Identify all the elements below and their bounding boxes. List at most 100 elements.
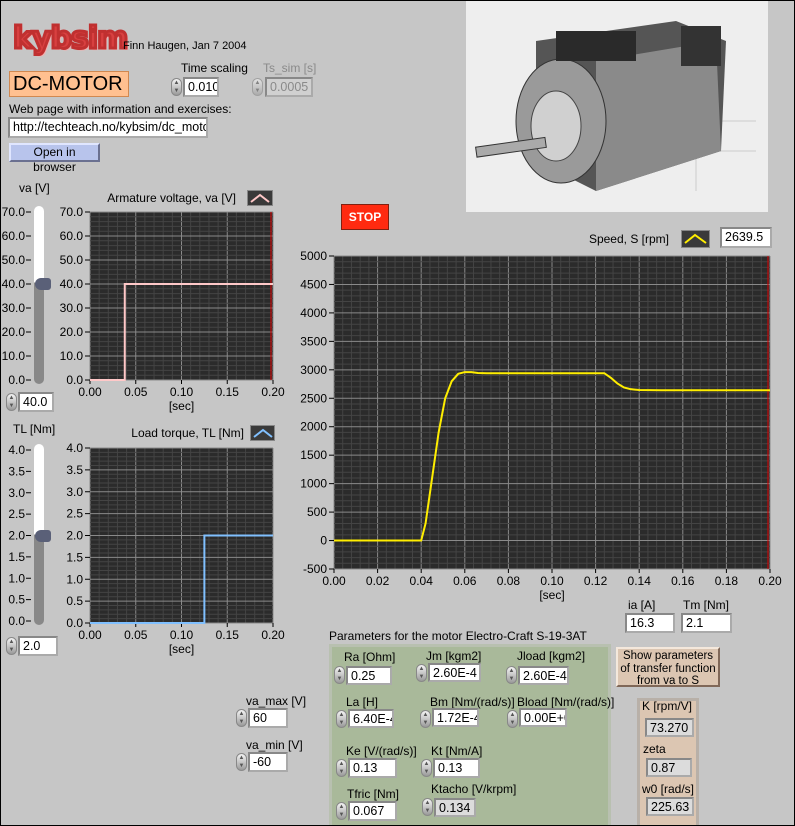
- x-axis-label: [sec]: [539, 588, 564, 602]
- va-min-input[interactable]: -60: [248, 752, 288, 772]
- open-in-browser-button[interactable]: Open in browser: [9, 143, 100, 174]
- y-tick-label: 3.5: [66, 463, 83, 477]
- bm-label: Bm [Nm/(rad/s)]: [430, 695, 515, 709]
- y-tick-label: 2000: [300, 420, 327, 434]
- tfric-stepper[interactable]: ▲ ▼: [336, 802, 347, 820]
- series-line: [90, 534, 273, 624]
- y-tick-label: 4000: [300, 306, 327, 320]
- ra-stepper[interactable]: ▲ ▼: [334, 666, 345, 684]
- x-tick-label: 0.05: [124, 628, 148, 642]
- la-stepper[interactable]: ▲ ▼: [336, 710, 347, 728]
- motor-image: [475, 21, 756, 191]
- va-min-stepper[interactable]: ▲ ▼: [236, 753, 247, 771]
- ke-label: Ke [V/(rad/s)]: [346, 744, 417, 758]
- url-field[interactable]: http://techteach.no/kybsim/dc_motor/: [8, 117, 208, 138]
- y-tick-label: 3000: [300, 363, 327, 377]
- x-tick-label: 0.18: [715, 574, 739, 588]
- y-tick-label: 3.0: [66, 485, 83, 499]
- x-tick-label: 0.10: [170, 385, 194, 399]
- y-tick-label: 4500: [300, 277, 327, 291]
- time-scaling-input[interactable]: 0.010: [183, 77, 219, 97]
- series-line: [90, 283, 273, 381]
- y-tick-label: 2.5: [66, 507, 83, 521]
- time-scaling-stepper[interactable]: ▲ ▼: [171, 78, 182, 96]
- bm-stepper[interactable]: ▲ ▼: [420, 710, 431, 728]
- y-tick-label: 3500: [300, 334, 327, 348]
- x-tick-label: 0.12: [584, 574, 608, 588]
- va-slider-label: va [V]: [19, 181, 50, 195]
- slider-scale-label: 3.5: [8, 464, 25, 478]
- jload-stepper[interactable]: ▲ ▼: [506, 666, 517, 684]
- slider-scale-label: 30.0: [2, 301, 26, 315]
- k-indicator: 73.270: [645, 718, 694, 737]
- y-tick-label: 1.0: [66, 572, 83, 586]
- slider-scale-label: 10.0: [2, 349, 26, 363]
- y-tick-label: 0.0: [66, 616, 83, 630]
- ra-label: Ra [Ohm]: [344, 650, 396, 664]
- ke-stepper[interactable]: ▲ ▼: [336, 759, 347, 777]
- tm-label: Tm [Nm]: [683, 598, 729, 612]
- web-page-label: Web page with information and exercises:: [9, 102, 232, 116]
- params-title: Parameters for the motor Electro-Craft S…: [329, 629, 587, 643]
- jload-input[interactable]: 2.60E-4: [518, 666, 569, 685]
- x-tick-label: 0.16: [671, 574, 695, 588]
- y-tick-label: 1500: [300, 448, 327, 462]
- tl-slider-thumb[interactable]: [35, 529, 51, 542]
- speed-legend-icon: [681, 230, 710, 248]
- slider-scale-label: 1.0: [8, 571, 25, 585]
- plot-area: [90, 448, 273, 623]
- ktacho-stepper[interactable]: ▲ ▼: [422, 798, 433, 816]
- ktacho-input[interactable]: 0.134: [434, 798, 476, 817]
- kt-stepper[interactable]: ▲ ▼: [421, 759, 432, 777]
- kybsim-logo: kybsim: [11, 20, 129, 58]
- ts-sim-stepper: ▲ ▼: [252, 78, 263, 96]
- x-tick-label: 0.15: [216, 385, 240, 399]
- ra-input[interactable]: 0.25: [346, 666, 392, 685]
- va-stepper[interactable]: ▲ ▼: [6, 393, 17, 411]
- va-max-stepper[interactable]: ▲ ▼: [236, 709, 247, 727]
- slider-scale-label: 70.0: [2, 205, 26, 219]
- bload-stepper[interactable]: ▲ ▼: [507, 710, 518, 728]
- slider-scale-label: 0.0: [8, 614, 25, 628]
- jm-stepper[interactable]: ▲ ▼: [416, 664, 427, 682]
- show-transfer-function-button[interactable]: Show parameters of transfer function fro…: [616, 647, 720, 687]
- x-tick-label: 0.06: [453, 574, 477, 588]
- y-tick-label: 500: [307, 505, 327, 519]
- tl-input[interactable]: 2.0: [18, 636, 58, 656]
- la-input[interactable]: 6.40E-4: [348, 709, 394, 728]
- slider-scale-label: 60.0: [2, 229, 26, 243]
- bm-input[interactable]: 1.72E-4: [432, 708, 479, 727]
- ke-input[interactable]: 0.13: [348, 758, 397, 778]
- x-tick-label: 0.00: [78, 628, 102, 642]
- kt-input[interactable]: 0.13: [433, 758, 480, 778]
- ts-sim-input: 0.0005: [265, 77, 313, 97]
- y-tick-label: 50.0: [60, 253, 84, 267]
- x-tick-label: 0.20: [261, 385, 285, 399]
- y-tick-label: 0.0: [66, 373, 83, 387]
- y-tick-label: 0.5: [66, 594, 83, 608]
- jm-label: Jm [kgm2]: [426, 649, 482, 663]
- plot-area: [334, 256, 770, 569]
- x-tick-label: 0.05: [124, 385, 148, 399]
- tl-stepper[interactable]: ▲ ▼: [6, 637, 17, 655]
- ktacho-label: Ktacho [V/krpm]: [431, 782, 517, 796]
- va-slider-thumb[interactable]: [35, 278, 51, 290]
- la-label: La [H]: [346, 695, 379, 709]
- series-line: [334, 371, 770, 542]
- va-input[interactable]: 40.0: [18, 392, 54, 412]
- x-tick-label: 0.14: [628, 574, 652, 588]
- x-tick-label: 0.20: [261, 628, 285, 642]
- tl-slider-label: TL [Nm]: [13, 422, 56, 436]
- bload-input[interactable]: 0.00E+0: [519, 708, 567, 727]
- va-slider-track[interactable]: [34, 206, 44, 384]
- va-max-input[interactable]: 60: [248, 708, 288, 728]
- stop-button[interactable]: STOP: [341, 204, 389, 230]
- x-axis-label: [sec]: [169, 642, 194, 656]
- plot-area: [90, 212, 273, 380]
- tfric-input[interactable]: 0.067: [348, 801, 397, 821]
- w0-label: w0 [rad/s]: [642, 782, 695, 796]
- x-tick-label: 0.02: [366, 574, 390, 588]
- va-min-label: va_min [V]: [246, 738, 303, 752]
- jm-input[interactable]: 2.60E-4: [428, 663, 481, 682]
- slider-scale-label: 0.0: [8, 373, 25, 387]
